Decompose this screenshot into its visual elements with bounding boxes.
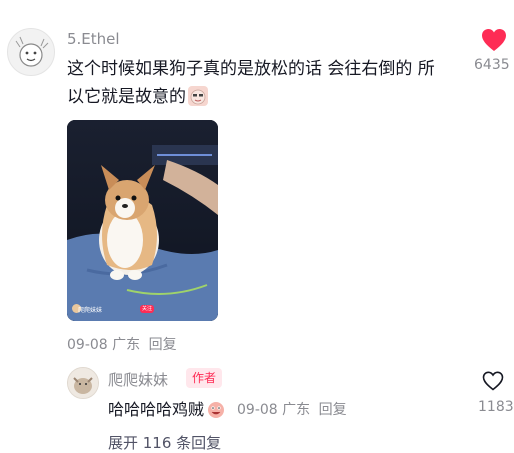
expand-replies-button[interactable]: 展开 116 条回复	[108, 432, 221, 453]
comment-meta: 09-08 广东 回复	[67, 334, 177, 354]
photo-overlay-username: 爬爬妹妹	[78, 307, 103, 314]
comment-date: 09-08	[67, 337, 108, 353]
reply-avatar[interactable]	[67, 367, 99, 399]
reply-date: 09-08	[237, 402, 278, 418]
reply-text: 哈哈哈哈鸡贼	[108, 396, 226, 420]
comment-text-line1: 这个时候如果狗子真的是放松的话 会往右倒的 所	[67, 59, 435, 79]
avatar[interactable]	[7, 28, 55, 76]
reply-text-content: 哈哈哈哈鸡贼	[108, 400, 205, 419]
reply-username[interactable]: 爬爬妹妹	[108, 369, 168, 390]
comment-text-line2: 以它就是故意的	[67, 87, 186, 107]
author-badge: 作者	[186, 368, 223, 388]
sticker-emoji-icon	[206, 399, 226, 419]
reply-location: 广东	[282, 402, 311, 418]
reply-button[interactable]: 回复	[149, 337, 177, 353]
comment-image[interactable]	[67, 120, 218, 321]
reply-meta: 09-08 广东 回复	[237, 399, 347, 419]
comment-text: 这个时候如果狗子真的是放松的话 会往右倒的 所 以它就是故意的	[67, 55, 455, 111]
photo-overlay-follow-badge: 关注	[140, 305, 154, 313]
heart-outline-icon[interactable]	[482, 371, 504, 391]
sticker-emoji-icon	[188, 86, 208, 106]
like-count: 6435	[474, 57, 510, 73]
comment-username[interactable]: 5.Ethel	[67, 30, 120, 48]
reply-reply-button[interactable]: 回复	[319, 402, 347, 418]
reply-like-count: 1183	[478, 399, 514, 415]
comment-location: 广东	[112, 337, 141, 353]
heart-filled-icon[interactable]	[481, 28, 507, 52]
